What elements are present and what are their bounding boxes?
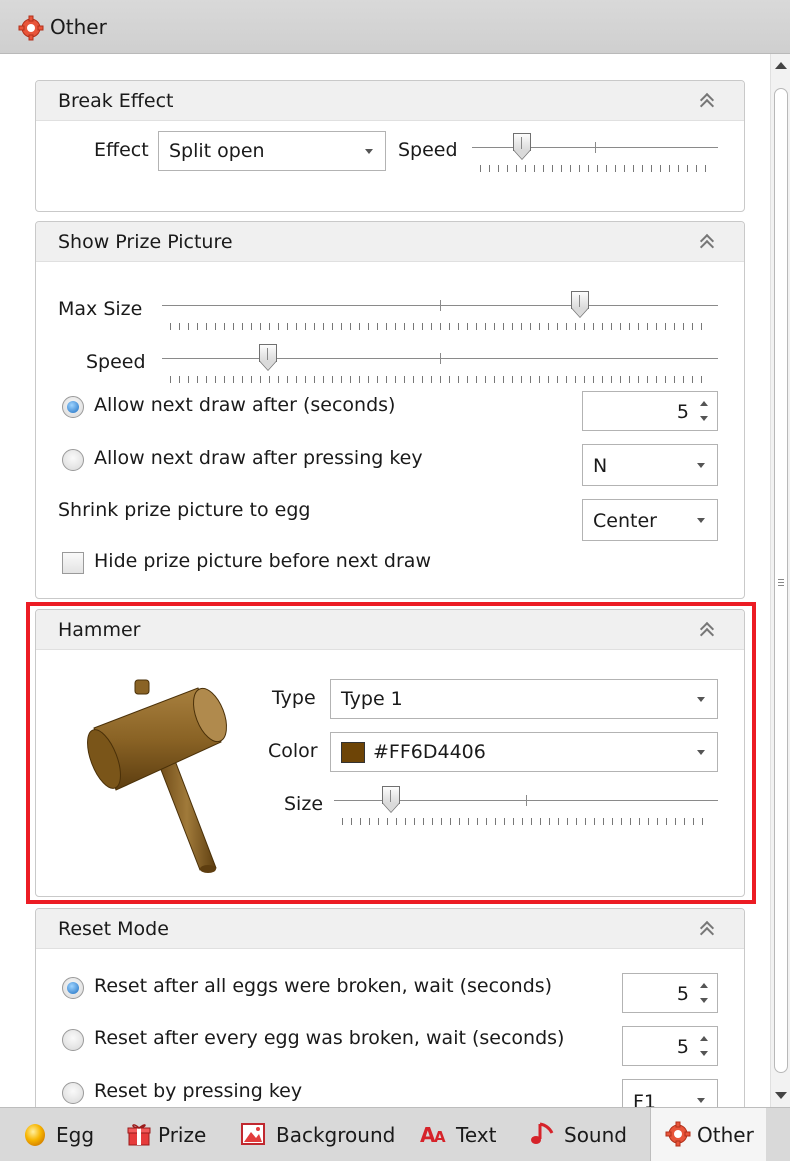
tab-egg[interactable]: Egg — [0, 1108, 118, 1161]
spinner-value: 5 — [676, 401, 689, 423]
max-size-label: Max Size — [58, 298, 143, 320]
prize-speed-slider[interactable] — [162, 344, 718, 384]
tab-label: Background — [276, 1123, 396, 1147]
shrink-value: Center — [593, 510, 657, 532]
effect-select[interactable]: Split open — [158, 131, 386, 171]
tab-background[interactable]: Background — [232, 1108, 412, 1161]
break-speed-slider[interactable] — [472, 133, 718, 173]
show-prize-group: Show Prize Picture Max Size Speed Allow … — [35, 221, 745, 599]
chevron-down-icon — [697, 463, 705, 468]
tab-sound[interactable]: Sound — [520, 1108, 650, 1161]
tab-label: Prize — [158, 1123, 207, 1147]
tab-text[interactable]: A A Text — [412, 1108, 520, 1161]
spin-up-icon[interactable] — [700, 983, 708, 988]
shrink-label: Shrink prize picture to egg — [58, 499, 311, 521]
chevron-down-icon — [697, 518, 705, 523]
allow-after-seconds-spinner[interactable]: 5 — [582, 391, 718, 431]
chevron-down-icon — [365, 149, 373, 154]
allow-after-seconds-label: Allow next draw after (seconds) — [94, 394, 396, 416]
collapse-icon[interactable] — [699, 232, 716, 255]
reset-mode-header[interactable]: Reset Mode — [36, 909, 744, 949]
shrink-select[interactable]: Center — [582, 499, 718, 541]
speed-label: Speed — [398, 139, 458, 161]
allow-after-key-label: Allow next draw after pressing key — [94, 447, 423, 469]
tab-other[interactable]: Other — [650, 1108, 766, 1161]
hammer-highlight-frame — [26, 602, 756, 904]
key-value: N — [593, 455, 608, 477]
effect-label: Effect — [94, 139, 149, 161]
spin-up-icon[interactable] — [700, 401, 708, 406]
reset-by-key-label: Reset by pressing key — [94, 1080, 303, 1102]
svg-text:A: A — [434, 1128, 446, 1146]
text-icon: A A — [420, 1123, 446, 1147]
tab-prize[interactable]: Prize — [118, 1108, 232, 1161]
reset-all-broken-label: Reset after all eggs were broken, wait (… — [94, 975, 553, 997]
panel-title: Other — [50, 15, 107, 39]
reset-key-value: F1 — [633, 1091, 657, 1107]
reset-all-broken-spinner[interactable]: 5 — [622, 973, 718, 1013]
group-title: Reset Mode — [58, 918, 169, 940]
reset-by-key-radio[interactable] — [62, 1082, 84, 1104]
allow-after-seconds-radio[interactable] — [62, 396, 84, 418]
sound-icon — [531, 1122, 554, 1144]
settings-scroll-area: Break Effect Effect Split open Speed Sho… — [0, 54, 790, 1107]
tab-label: Other — [697, 1123, 754, 1147]
slider-thumb[interactable] — [259, 344, 277, 372]
hide-prize-label: Hide prize picture before next draw — [94, 550, 431, 572]
allow-after-key-radio[interactable] — [62, 449, 84, 471]
vertical-scrollbar[interactable] — [770, 54, 790, 1107]
tab-label: Egg — [56, 1123, 95, 1147]
hide-prize-checkbox[interactable] — [62, 552, 84, 574]
reset-all-broken-radio[interactable] — [62, 977, 84, 999]
tab-label: Text — [456, 1123, 497, 1147]
scroll-down-icon[interactable] — [775, 1092, 787, 1099]
reset-key-select[interactable]: F1 — [622, 1079, 718, 1107]
spin-up-icon[interactable] — [700, 1036, 708, 1041]
prize-speed-label: Speed — [86, 351, 146, 373]
egg-icon — [25, 1124, 45, 1146]
reset-mode-group: Reset Mode Reset after all eggs were bro… — [35, 908, 745, 1107]
scroll-up-icon[interactable] — [775, 62, 787, 69]
bottom-tab-bar: Egg Prize Background A A Text Sound Othe… — [0, 1107, 790, 1161]
collapse-icon[interactable] — [699, 919, 716, 942]
collapse-icon[interactable] — [699, 91, 716, 114]
chevron-down-icon — [697, 1098, 705, 1103]
show-prize-header[interactable]: Show Prize Picture — [36, 222, 744, 262]
spin-down-icon[interactable] — [700, 998, 708, 1003]
spin-down-icon[interactable] — [700, 416, 708, 421]
break-effect-header[interactable]: Break Effect — [36, 81, 744, 121]
reset-every-broken-radio[interactable] — [62, 1029, 84, 1051]
spin-down-icon[interactable] — [700, 1051, 708, 1056]
group-title: Show Prize Picture — [58, 231, 233, 253]
gear-icon — [18, 15, 44, 41]
tab-label: Sound — [564, 1123, 627, 1147]
prize-icon — [127, 1124, 151, 1146]
allow-after-key-select[interactable]: N — [582, 444, 718, 486]
reset-every-broken-label: Reset after every egg was broken, wait (… — [94, 1027, 565, 1049]
max-size-slider[interactable] — [162, 291, 718, 331]
spinner-value: 5 — [676, 1036, 689, 1058]
slider-thumb[interactable] — [513, 133, 531, 161]
scroll-thumb[interactable] — [774, 88, 788, 1073]
spinner-value: 5 — [676, 983, 689, 1005]
panel-header: Other — [0, 0, 790, 54]
group-title: Break Effect — [58, 90, 174, 112]
effect-value: Split open — [169, 140, 265, 162]
break-effect-group: Break Effect Effect Split open Speed — [35, 80, 745, 212]
reset-every-broken-spinner[interactable]: 5 — [622, 1026, 718, 1066]
background-icon — [241, 1123, 265, 1145]
slider-thumb[interactable] — [571, 291, 589, 319]
gear-icon — [665, 1121, 691, 1147]
